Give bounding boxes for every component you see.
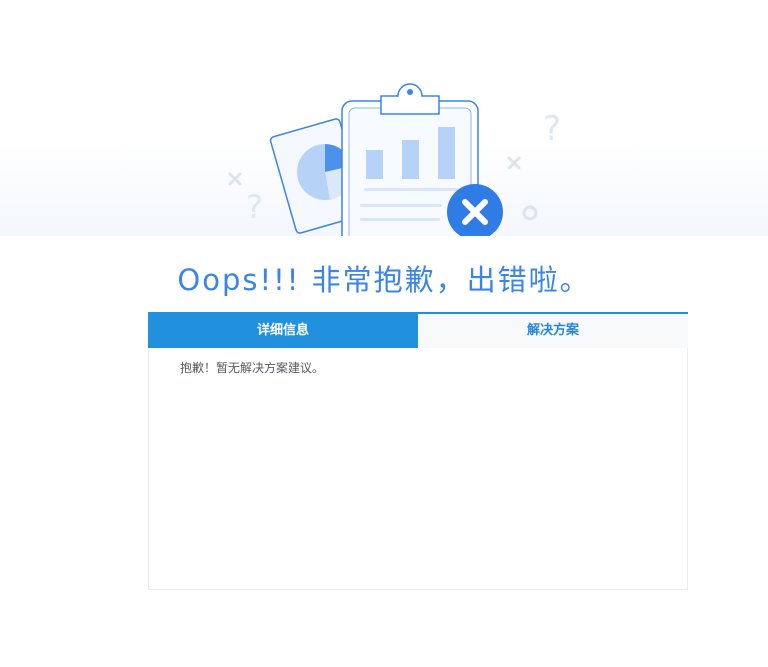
cross-mark-icon	[507, 156, 521, 170]
tab-content-message: 抱歉！暂无解决方案建议。	[180, 361, 325, 375]
page-title: Oops!!! 非常抱歉，出错啦。	[177, 263, 591, 297]
tab-solution[interactable]: 解决方案	[418, 314, 688, 348]
error-panel	[148, 312, 688, 590]
tab-details[interactable]: 详细信息	[148, 314, 418, 348]
tab-bar: 详细信息 解决方案	[148, 312, 688, 348]
question-mark-icon: ?	[543, 109, 561, 149]
svg-text:?: ?	[246, 188, 263, 226]
error-illustration: ? ?	[0, 0, 768, 236]
error-clipboard-illustration: ? ?	[228, 83, 561, 236]
cross-mark-icon	[228, 172, 242, 186]
svg-text:?: ?	[543, 109, 561, 149]
question-mark-icon: ?	[246, 188, 263, 226]
circle-mark-icon	[522, 205, 538, 221]
